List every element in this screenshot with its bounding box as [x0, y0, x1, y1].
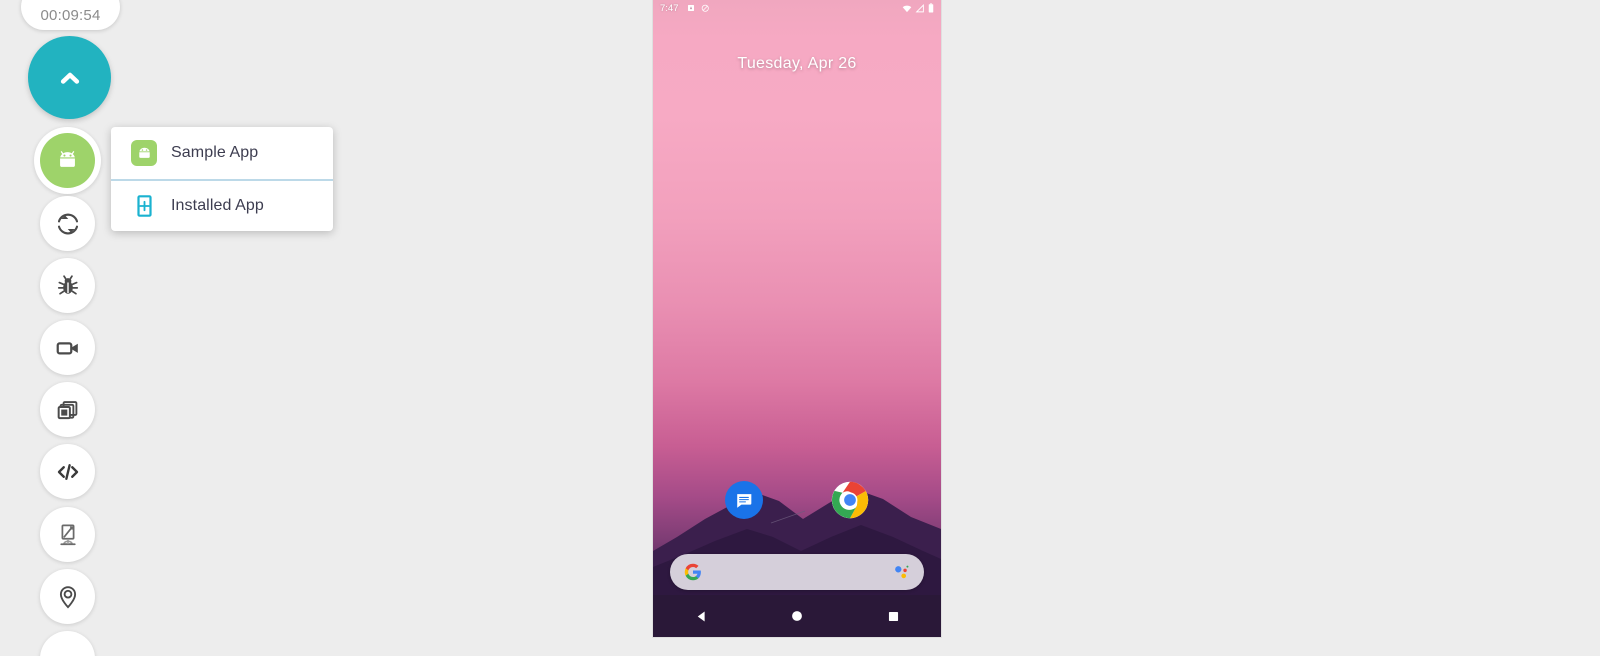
- nav-recents-button[interactable]: [871, 595, 915, 637]
- android-app-icon: [131, 140, 157, 166]
- app-launch-menu: Sample App Installed App: [111, 127, 333, 231]
- sidebar-item-record-video[interactable]: [40, 320, 95, 375]
- signpost-icon: [59, 524, 76, 545]
- sidebar-item-location[interactable]: [40, 569, 95, 624]
- installed-app-icon: [131, 193, 157, 219]
- alarm-icon: [687, 5, 694, 11]
- messages-bubble-icon: [736, 494, 752, 508]
- sidebar-item-code-inspect[interactable]: [40, 444, 95, 499]
- battery-icon: [928, 3, 934, 13]
- menu-item-installed-app[interactable]: Installed App: [111, 179, 333, 231]
- video-camera-icon: [56, 341, 78, 354]
- sidebar-item-android-apps[interactable]: [34, 127, 101, 194]
- android-robot-icon: [60, 151, 75, 167]
- google-assistant-icon: [895, 565, 909, 579]
- copy-layers-icon: [57, 400, 77, 419]
- expand-toolbar-button[interactable]: [28, 36, 111, 119]
- home-circle-icon: [792, 611, 802, 621]
- menu-item-sample-app[interactable]: Sample App: [111, 127, 333, 179]
- dnd-icon: [701, 4, 709, 12]
- nav-home-button[interactable]: [775, 595, 819, 637]
- code-brackets-icon: [57, 463, 78, 480]
- sidebar-item-debug[interactable]: [40, 258, 95, 313]
- app-icon-messages[interactable]: [725, 481, 763, 519]
- session-timer-value: 00:09:54: [40, 7, 101, 24]
- chevron-up-icon: [60, 72, 79, 84]
- bug-icon: [57, 274, 78, 295]
- chrome-icon: [831, 481, 869, 519]
- cellular-signal-icon: [915, 3, 924, 12]
- sidebar-item-more[interactable]: [40, 631, 95, 656]
- back-triangle-icon: [697, 611, 705, 621]
- android-navigation-bar: [653, 595, 941, 637]
- location-pin-icon: [59, 585, 76, 609]
- android-button-fill: [40, 133, 95, 188]
- google-search-bar[interactable]: [670, 554, 924, 590]
- sidebar-item-signpost[interactable]: [40, 507, 95, 562]
- app-root: 00:09:54 Sample App Installed App 7:47 T…: [0, 0, 1600, 656]
- menu-item-label: Installed App: [171, 197, 264, 214]
- status-bar: 7:47: [653, 0, 941, 16]
- nav-back-button[interactable]: [679, 595, 723, 637]
- menu-item-label: Sample App: [171, 144, 259, 161]
- wifi-icon: [902, 5, 912, 12]
- sidebar-item-rotate-screen[interactable]: [40, 196, 95, 251]
- android-emulator-screen[interactable]: 7:47 Tuesday, Apr 26: [653, 0, 941, 637]
- home-screen-wallpaper: [653, 0, 941, 637]
- session-timer-badge: 00:09:54: [21, 0, 120, 30]
- android-robot-glyph: [138, 147, 150, 158]
- emulator-toolbar: 00:09:54: [0, 0, 140, 656]
- status-bar-clock: 7:47: [660, 2, 679, 14]
- app-icon-chrome[interactable]: [831, 481, 869, 519]
- status-bar-left-icons: [687, 4, 710, 13]
- status-bar-right-icons: [902, 3, 934, 13]
- google-g-icon: [684, 563, 701, 581]
- recents-square-icon: [888, 611, 898, 621]
- rotate-sync-icon: [57, 213, 78, 234]
- home-screen-date: Tuesday, Apr 26: [737, 55, 857, 72]
- sidebar-item-screenshot[interactable]: [40, 382, 95, 437]
